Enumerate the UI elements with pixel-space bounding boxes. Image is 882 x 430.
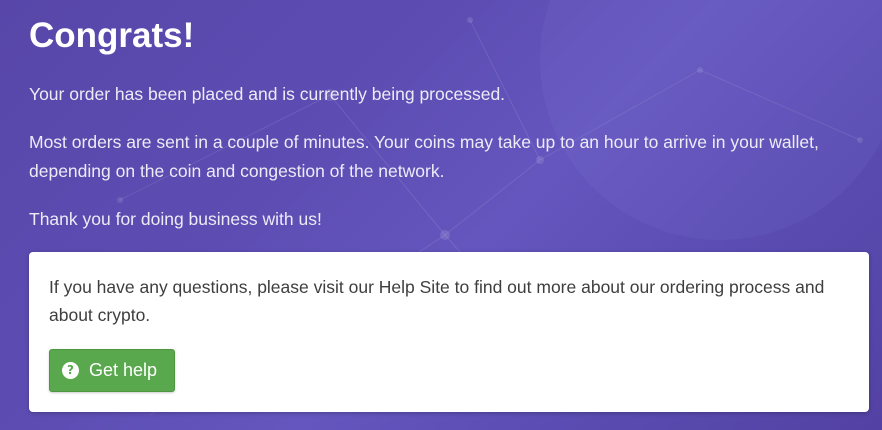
page-title: Congrats! bbox=[29, 16, 195, 55]
help-card: If you have any questions, please visit … bbox=[29, 252, 869, 412]
question-circle-icon: ? bbox=[62, 362, 79, 379]
thank-you-text: Thank you for doing business with us! bbox=[29, 209, 322, 229]
get-help-button[interactable]: ? Get help bbox=[49, 349, 175, 392]
order-status-text: Your order has been placed and is curren… bbox=[29, 84, 506, 104]
get-help-button-label: Get help bbox=[89, 360, 158, 380]
order-confirmation-page: Congrats! Your order has been placed and… bbox=[0, 0, 882, 430]
help-card-text: If you have any questions, please visit … bbox=[49, 277, 825, 325]
delivery-info-text: Most orders are sent in a couple of minu… bbox=[29, 132, 819, 181]
